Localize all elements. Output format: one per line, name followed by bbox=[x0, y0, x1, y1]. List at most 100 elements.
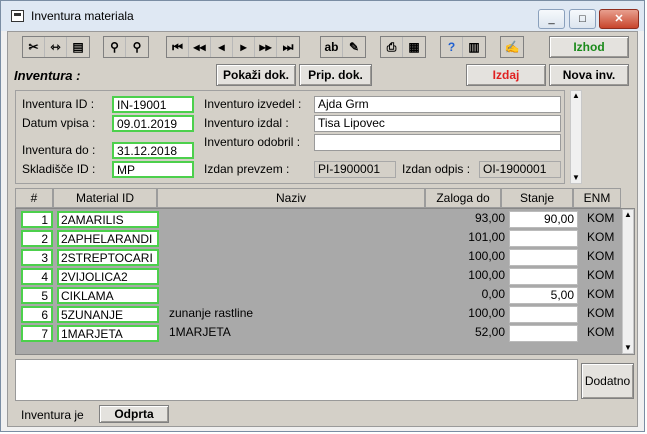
datum-vpisa-label: Datum vpisa : bbox=[22, 116, 96, 130]
prepare-document-button[interactable]: Prip. dok. bbox=[299, 64, 372, 86]
izvedel-field[interactable]: Ajda Grm bbox=[314, 96, 561, 113]
stanje-cell[interactable] bbox=[509, 249, 578, 266]
zaloga-cell: 93,00 bbox=[474, 211, 505, 225]
new-inventory-button[interactable]: Nova inv. bbox=[549, 64, 629, 86]
col-zaloga[interactable]: Zaloga do bbox=[425, 188, 501, 208]
col-enm[interactable]: ENM bbox=[573, 188, 621, 208]
skladisce-label: Skladišče ID : bbox=[22, 162, 96, 176]
row-number[interactable]: 1 bbox=[21, 211, 53, 228]
naziv-cell: 1MARJETA bbox=[169, 325, 231, 339]
naziv-cell: zunanje rastline bbox=[169, 306, 254, 320]
row-number[interactable]: 7 bbox=[21, 325, 53, 342]
material-id-cell[interactable]: 2AMARILIS bbox=[57, 211, 159, 228]
help-icon[interactable]: ? bbox=[441, 37, 463, 57]
inventura-id-field[interactable]: IN-19001 bbox=[112, 96, 194, 113]
row-number[interactable]: 4 bbox=[21, 268, 53, 285]
dodatno-button[interactable]: Dodatno bbox=[581, 363, 634, 399]
prevzem-label: Izdan prevzem : bbox=[204, 162, 290, 176]
material-id-cell[interactable]: 5ZUNANJE bbox=[57, 306, 159, 323]
odobril-field[interactable] bbox=[314, 134, 561, 151]
stanje-cell[interactable]: 90,00 bbox=[509, 211, 578, 228]
inventura-do-field[interactable]: 31.12.2018 bbox=[112, 142, 194, 159]
next-page-icon[interactable]: ▸▸ bbox=[255, 37, 277, 57]
row-number[interactable]: 5 bbox=[21, 287, 53, 304]
material-id-cell[interactable]: 1MARJETA bbox=[57, 325, 159, 342]
enm-cell: KOM bbox=[587, 230, 615, 244]
row-number[interactable]: 3 bbox=[21, 249, 53, 266]
stanje-cell[interactable] bbox=[509, 268, 578, 285]
sign-tools: ✍ bbox=[500, 36, 524, 58]
maximize-button[interactable]: □ bbox=[569, 9, 596, 29]
items-grid: 1 2AMARILIS 93,00 90,00 KOM 2 2APHELARANDI 101,… bbox=[15, 208, 635, 355]
app-window: Inventura materiala _ □ ✕ ✂ ⇿ ▤ ⚲ ⚲ ⏮ ◂◂… bbox=[0, 0, 645, 432]
scroll-up-icon[interactable]: ▲ bbox=[571, 91, 581, 101]
enm-cell: KOM bbox=[587, 249, 615, 263]
stanje-cell[interactable]: 5,00 bbox=[509, 287, 578, 304]
status-label: Inventura je bbox=[21, 408, 84, 422]
split-icon[interactable]: ⇿ bbox=[45, 37, 67, 57]
zaloga-cell: 100,00 bbox=[468, 306, 505, 320]
help-tools: ? ▥ bbox=[440, 36, 486, 58]
prev-icon[interactable]: ◂ bbox=[211, 37, 233, 57]
odpis-field: OI-1900001 bbox=[479, 161, 561, 178]
material-id-cell[interactable]: 2STREPTOCARI bbox=[57, 249, 159, 266]
skladisce-field[interactable]: MP bbox=[112, 161, 194, 178]
naziv-cell bbox=[164, 249, 429, 266]
grid-scroll-down-icon[interactable]: ▼ bbox=[623, 343, 633, 353]
status-button[interactable]: Odprta bbox=[99, 405, 169, 423]
naziv-cell bbox=[164, 211, 429, 228]
material-id-cell[interactable]: 2APHELARANDI bbox=[57, 230, 159, 247]
find-icon[interactable]: ⚲ bbox=[104, 37, 126, 57]
prev-page-icon[interactable]: ◂◂ bbox=[189, 37, 211, 57]
first-icon[interactable]: ⏮ bbox=[167, 37, 189, 57]
title-bar: Inventura materiala _ □ ✕ bbox=[1, 1, 644, 31]
zaloga-cell: 100,00 bbox=[468, 268, 505, 282]
last-icon[interactable]: ⏭ bbox=[277, 37, 299, 57]
scroll-down-icon[interactable]: ▼ bbox=[571, 173, 581, 183]
client-area: ✂ ⇿ ▤ ⚲ ⚲ ⏮ ◂◂ ◂ ▸ ▸▸ ⏭ ab ✎ ⎙ ▦ ? ▥ ✍ I… bbox=[7, 31, 638, 427]
minimize-button[interactable]: _ bbox=[538, 9, 565, 29]
header-scrollbar[interactable]: ▲ ▼ bbox=[570, 90, 582, 184]
chart-icon[interactable]: ▥ bbox=[463, 37, 485, 57]
close-button[interactable]: ✕ bbox=[599, 9, 639, 29]
izdal-field[interactable]: Tisa Lipovec bbox=[314, 115, 561, 132]
issue-button[interactable]: Izdaj bbox=[466, 64, 546, 86]
stanje-cell[interactable] bbox=[509, 325, 578, 342]
stanje-cell[interactable] bbox=[509, 230, 578, 247]
text-icon[interactable]: ab bbox=[321, 37, 343, 57]
naziv-cell bbox=[164, 287, 429, 304]
zaloga-cell: 100,00 bbox=[468, 249, 505, 263]
exit-button[interactable]: Izhod bbox=[549, 36, 629, 58]
note-field[interactable] bbox=[15, 359, 578, 401]
material-id-cell[interactable]: 2VIJOLICA2 bbox=[57, 268, 159, 285]
zaloga-cell: 101,00 bbox=[468, 230, 505, 244]
app-icon bbox=[11, 10, 24, 22]
text-tools: ab ✎ bbox=[320, 36, 366, 58]
sign-icon[interactable]: ✍ bbox=[501, 37, 523, 57]
enm-cell: KOM bbox=[587, 211, 615, 225]
row-number[interactable]: 2 bbox=[21, 230, 53, 247]
grid-scroll-up-icon[interactable]: ▲ bbox=[623, 210, 633, 220]
enm-cell: KOM bbox=[587, 287, 615, 301]
col-material[interactable]: Material ID bbox=[53, 188, 157, 208]
inventory-header-panel: Inventura ID : IN-19001 Datum vpisa : 09… bbox=[15, 90, 565, 184]
navigation-tools: ⏮ ◂◂ ◂ ▸ ▸▸ ⏭ bbox=[166, 36, 300, 58]
col-num[interactable]: # bbox=[15, 188, 53, 208]
row-number[interactable]: 6 bbox=[21, 306, 53, 323]
grid-scrollbar[interactable]: ▲ ▼ bbox=[622, 209, 634, 354]
edit-icon[interactable]: ✎ bbox=[343, 37, 365, 57]
material-id-cell[interactable]: CIKLAMA bbox=[57, 287, 159, 304]
col-stanje[interactable]: Stanje bbox=[501, 188, 573, 208]
odobril-label: Inventuro odobril : bbox=[204, 135, 301, 149]
izvedel-label: Inventuro izvedel : bbox=[204, 97, 302, 111]
document-icon[interactable]: ▦ bbox=[403, 37, 425, 57]
find-next-icon[interactable]: ⚲ bbox=[126, 37, 148, 57]
next-icon[interactable]: ▸ bbox=[233, 37, 255, 57]
show-document-button[interactable]: Pokaži dok. bbox=[216, 64, 296, 86]
paste-icon[interactable]: ▤ bbox=[67, 37, 89, 57]
stanje-cell[interactable] bbox=[509, 306, 578, 323]
col-naziv[interactable]: Naziv bbox=[157, 188, 425, 208]
datum-vpisa-field[interactable]: 09.01.2019 bbox=[112, 115, 194, 132]
print-icon[interactable]: ⎙ bbox=[381, 37, 403, 57]
cut-icon[interactable]: ✂ bbox=[23, 37, 45, 57]
